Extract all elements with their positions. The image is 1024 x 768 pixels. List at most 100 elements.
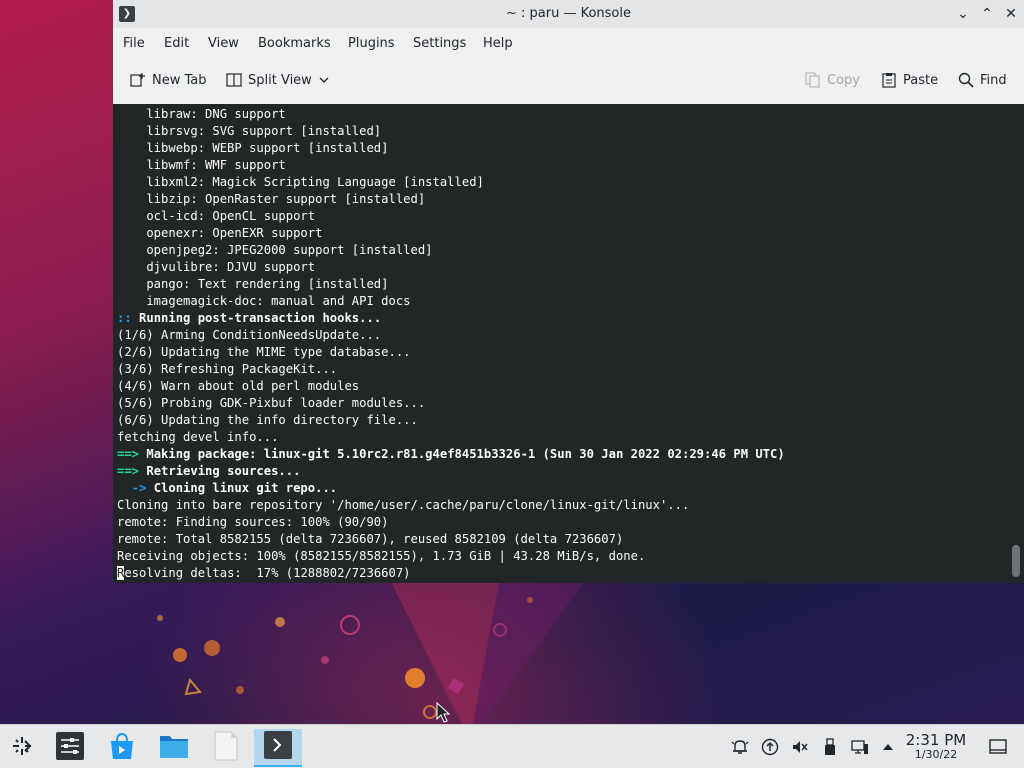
notifications-icon[interactable] bbox=[730, 737, 750, 757]
search-icon bbox=[958, 72, 974, 88]
taskbar: 2:31 PM 1/30/22 bbox=[0, 724, 1024, 768]
terminal-text: (5/6) Probing GDK-Pixbuf loader modules.… bbox=[117, 396, 426, 410]
terminal-line: libraw: DNG support bbox=[117, 106, 785, 123]
terminal-text: openexr: OpenEXR support bbox=[117, 226, 323, 240]
network-icon[interactable] bbox=[850, 737, 870, 757]
split-view-label: Split View bbox=[248, 72, 312, 88]
terminal-text: pango: Text rendering [installed] bbox=[117, 277, 389, 291]
terminal-text: (3/6) Refreshing PackageKit... bbox=[117, 362, 338, 376]
terminal-line: libwebp: WEBP support [installed] bbox=[117, 140, 785, 157]
terminal-scrollbar[interactable] bbox=[1012, 545, 1020, 577]
copy-label: Copy bbox=[827, 72, 860, 88]
terminal-line: libwmf: WMF support bbox=[117, 157, 785, 174]
menu-bar: File Edit View Bookmarks Plugins Setting… bbox=[113, 28, 1024, 60]
kate-icon bbox=[213, 731, 239, 765]
terminal-text: (2/6) Updating the MIME type database... bbox=[117, 345, 411, 359]
menu-edit[interactable]: Edit bbox=[164, 36, 189, 51]
minimize-button[interactable]: ⌄ bbox=[953, 4, 973, 24]
terminal-line: (2/6) Updating the MIME type database... bbox=[117, 344, 785, 361]
terminal-text: (1/6) Arming ConditionNeedsUpdate... bbox=[117, 328, 382, 342]
terminal-text: :: bbox=[117, 311, 140, 325]
clock-date[interactable]: 1/30/22 bbox=[900, 748, 972, 761]
terminal-line: imagemagick-doc: manual and API docs bbox=[117, 293, 785, 310]
new-tab-icon bbox=[130, 72, 146, 88]
terminal-line: (3/6) Refreshing PackageKit... bbox=[117, 361, 785, 378]
discover-icon bbox=[107, 731, 137, 765]
task-dolphin[interactable] bbox=[152, 729, 196, 767]
terminal-text: remote: Total 8582155 (delta 7236607), r… bbox=[117, 532, 624, 546]
dolphin-icon bbox=[159, 731, 189, 765]
clock-time[interactable]: 2:31 PM bbox=[900, 731, 972, 749]
close-button[interactable]: ✕ bbox=[1001, 4, 1021, 24]
split-view-icon bbox=[226, 72, 242, 88]
terminal-text: libwebp: WEBP support [installed] bbox=[117, 141, 389, 155]
app-launcher-button[interactable] bbox=[0, 729, 44, 767]
terminal-line: librsvg: SVG support [installed] bbox=[117, 123, 785, 140]
terminal-line: fetching devel info... bbox=[117, 429, 785, 446]
maximize-button[interactable]: ⌃ bbox=[977, 4, 997, 24]
new-tab-button[interactable]: New Tab bbox=[130, 72, 207, 88]
terminal-line: djvulibre: DJVU support bbox=[117, 259, 785, 276]
terminal-text: Retrieving sources... bbox=[146, 464, 301, 478]
terminal-text: Cloning linux git repo... bbox=[153, 481, 338, 495]
usb-icon[interactable] bbox=[820, 737, 840, 757]
mouse-cursor bbox=[436, 701, 451, 724]
terminal-view[interactable]: libraw: DNG support librsvg: SVG support… bbox=[113, 104, 1024, 583]
terminal-line: pango: Text rendering [installed] bbox=[117, 276, 785, 293]
expand-tray-icon[interactable] bbox=[878, 737, 898, 757]
terminal-line: Receiving objects: 100% (8582155/8582155… bbox=[117, 548, 785, 565]
task-discover[interactable] bbox=[100, 729, 144, 767]
terminal-line: ocl-icd: OpenCL support bbox=[117, 208, 785, 225]
paste-label: Paste bbox=[903, 72, 939, 88]
task-kate[interactable] bbox=[204, 729, 248, 767]
terminal-line: (6/6) Updating the info directory file..… bbox=[117, 412, 785, 429]
volume-muted-icon[interactable] bbox=[790, 737, 810, 757]
app-launcher-icon bbox=[10, 734, 34, 762]
copy-button[interactable]: Copy bbox=[805, 72, 860, 88]
terminal-text: fetching devel info... bbox=[117, 430, 279, 444]
title-bar[interactable]: ❯ ~ : paru — Konsole ⌄ ⌃ ✕ bbox=[113, 0, 1024, 28]
menu-plugins[interactable]: Plugins bbox=[348, 36, 395, 51]
terminal-text: librsvg: SVG support [installed] bbox=[117, 124, 382, 138]
terminal-text: Cloning into bare repository '/home/user… bbox=[117, 498, 690, 512]
task-system-settings[interactable] bbox=[48, 729, 92, 767]
find-label: Find bbox=[980, 72, 1007, 88]
show-desktop-icon[interactable] bbox=[988, 737, 1008, 757]
terminal-text: Making package: linux-git 5.10rc2.r81.g4… bbox=[146, 447, 785, 461]
terminal-line: ==> Making package: linux-git 5.10rc2.r8… bbox=[117, 446, 785, 463]
task-konsole[interactable] bbox=[254, 729, 302, 767]
terminal-line: (4/6) Warn about old perl modules bbox=[117, 378, 785, 395]
new-tab-label: New Tab bbox=[152, 72, 207, 88]
terminal-text: (6/6) Updating the info directory file..… bbox=[117, 413, 418, 427]
terminal-line: openjpeg2: JPEG2000 support [installed] bbox=[117, 242, 785, 259]
terminal-text: remote: Finding sources: 100% (90/90) bbox=[117, 515, 389, 529]
menu-file[interactable]: File bbox=[123, 36, 145, 51]
menu-view[interactable]: View bbox=[208, 36, 239, 51]
terminal-line: (5/6) Probing GDK-Pixbuf loader modules.… bbox=[117, 395, 785, 412]
terminal-line: :: Running post-transaction hooks... bbox=[117, 310, 785, 327]
terminal-text: -> bbox=[117, 481, 154, 495]
terminal-line: openexr: OpenEXR support bbox=[117, 225, 785, 242]
menu-help[interactable]: Help bbox=[483, 36, 513, 51]
menu-bookmarks[interactable]: Bookmarks bbox=[258, 36, 331, 51]
paste-icon bbox=[881, 72, 897, 88]
window-title: ~ : paru — Konsole bbox=[505, 6, 631, 21]
terminal-text: esolving deltas: 17% (1288802/7236607) bbox=[124, 566, 411, 580]
terminal-text: djvulibre: DJVU support bbox=[117, 260, 316, 274]
terminal-text: libraw: DNG support bbox=[117, 107, 286, 121]
terminal-text: libwmf: WMF support bbox=[117, 158, 286, 172]
terminal-text: imagemagick-doc: manual and API docs bbox=[117, 294, 411, 308]
terminal-line: Cloning into bare repository '/home/user… bbox=[117, 497, 785, 514]
find-button[interactable]: Find bbox=[958, 72, 1007, 88]
updates-icon[interactable] bbox=[760, 737, 780, 757]
konsole-window: ❯ ~ : paru — Konsole ⌄ ⌃ ✕ File Edit Vie… bbox=[113, 0, 1024, 583]
terminal-line: (1/6) Arming ConditionNeedsUpdate... bbox=[117, 327, 785, 344]
terminal-line: remote: Total 8582155 (delta 7236607), r… bbox=[117, 531, 785, 548]
terminal-text: openjpeg2: JPEG2000 support [installed] bbox=[117, 243, 433, 257]
menu-settings[interactable]: Settings bbox=[413, 36, 466, 51]
paste-button[interactable]: Paste bbox=[881, 72, 938, 88]
terminal-text: ocl-icd: OpenCL support bbox=[117, 209, 316, 223]
terminal-text: ==> bbox=[117, 447, 147, 461]
split-view-button[interactable]: Split View bbox=[226, 72, 330, 88]
chevron-down-icon bbox=[318, 74, 330, 86]
